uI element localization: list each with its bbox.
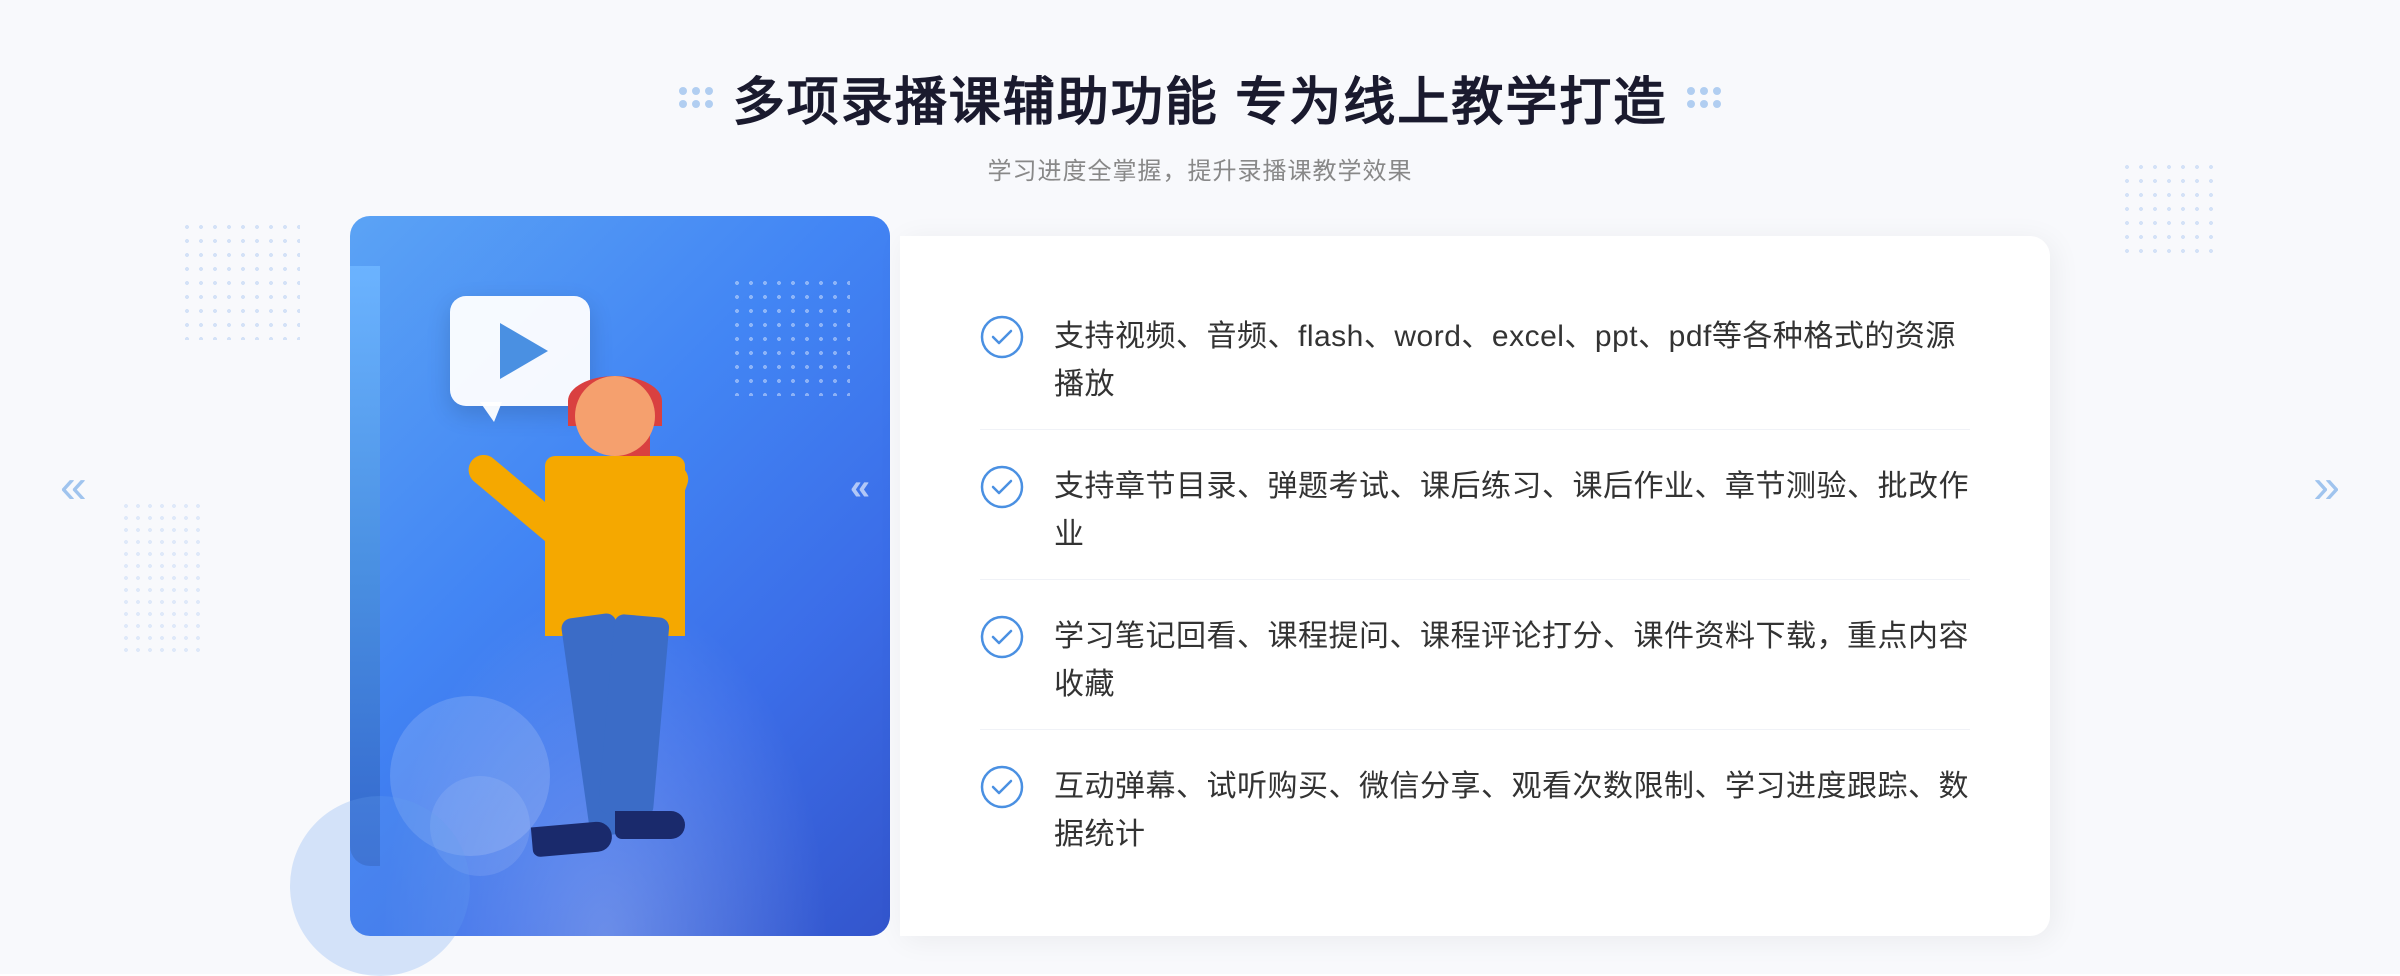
- check-icon-2: [980, 465, 1024, 509]
- feature-text-2: 支持章节目录、弹题考试、课后练习、课后作业、章节测验、批改作业: [1054, 463, 1970, 559]
- feature-item-2: 支持章节目录、弹题考试、课后练习、课后作业、章节测验、批改作业: [980, 443, 1970, 580]
- prev-arrow[interactable]: «: [60, 460, 87, 515]
- person-head: [575, 376, 655, 456]
- check-icon-1: [980, 315, 1024, 359]
- feature-text-1: 支持视频、音频、flash、word、excel、ppt、pdf等各种格式的资源…: [1054, 313, 1970, 409]
- header-section: 多项录播课辅助功能 专为线上教学打造 学习进度全掌握，提升录播课教学效果: [679, 60, 1721, 186]
- check-icon-4: [980, 765, 1024, 809]
- decorative-dots-right: [2120, 160, 2220, 260]
- stripe-bar: [350, 266, 380, 866]
- figure-container: [400, 356, 820, 936]
- person-illustration: [460, 376, 760, 936]
- illustration-area: «: [350, 236, 910, 936]
- page-container: « » 多项录播课辅助功能 专为线上教学打造 学习进度全掌握，提升录播课教学效果: [0, 0, 2400, 974]
- chevrons-decoration: «: [850, 466, 870, 508]
- blue-circle-bottom: [290, 796, 470, 976]
- feature-item-3: 学习笔记回看、课程提问、课程评论打分、课件资料下载，重点内容收藏: [980, 593, 1970, 730]
- feature-item-4: 互动弹幕、试听购买、微信分享、观看次数限制、学习进度跟踪、数据统计: [980, 743, 1970, 879]
- decorative-dots-left2: [120, 500, 200, 660]
- next-arrow[interactable]: »: [2313, 460, 2340, 515]
- decorative-dots-left: [180, 220, 300, 340]
- feature-text-3: 学习笔记回看、课程提问、课程评论打分、课件资料下载，重点内容收藏: [1054, 613, 1970, 709]
- person-shoe-right: [615, 811, 685, 839]
- feature-text-4: 互动弹幕、试听购买、微信分享、观看次数限制、学习进度跟踪、数据统计: [1054, 763, 1970, 859]
- check-icon-3: [980, 615, 1024, 659]
- page-subtitle: 学习进度全掌握，提升录播课教学效果: [679, 151, 1721, 186]
- title-decoration-left: [679, 87, 713, 108]
- person-shoe-left: [531, 821, 613, 858]
- feature-item-1: 支持视频、音频、flash、word、excel、ppt、pdf等各种格式的资源…: [980, 293, 1970, 430]
- features-area: 支持视频、音频、flash、word、excel、ppt、pdf等各种格式的资源…: [900, 236, 2050, 936]
- main-content: «: [350, 236, 2050, 936]
- page-title: 多项录播课辅助功能 专为线上教学打造: [733, 60, 1667, 135]
- title-row: 多项录播课辅助功能 专为线上教学打造: [679, 60, 1721, 135]
- title-decoration-right: [1687, 87, 1721, 108]
